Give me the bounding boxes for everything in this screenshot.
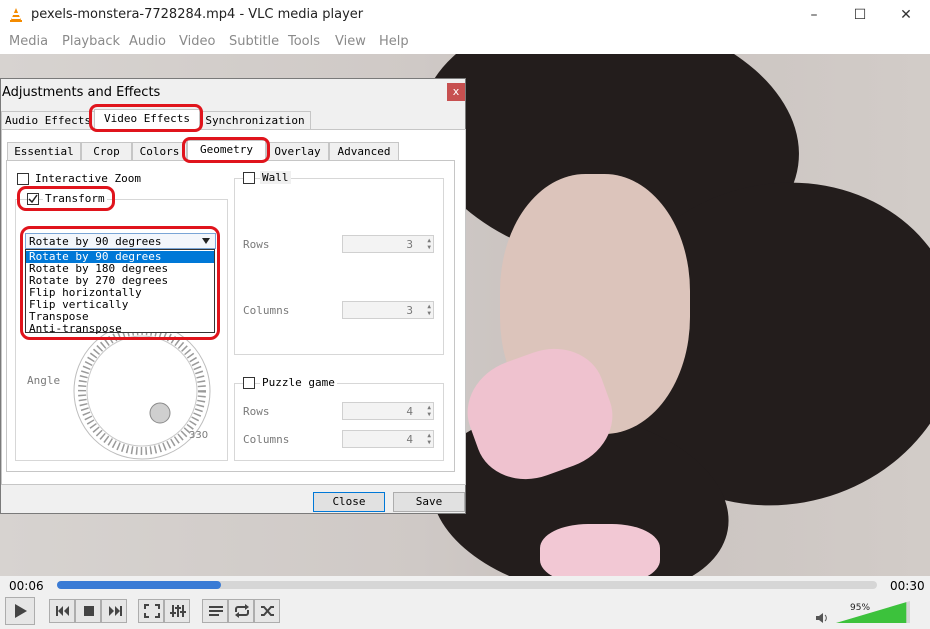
highlight-video-effects-tab: [89, 104, 203, 132]
puzzle-columns-spinbox[interactable]: 4 ▲ ▼: [342, 430, 434, 448]
vlc-cone-icon: [10, 8, 22, 22]
play-button[interactable]: [5, 597, 35, 625]
volume-percent: 95%: [850, 603, 871, 613]
wall-rows-value: 3: [406, 238, 413, 251]
menu-view[interactable]: View: [335, 34, 366, 49]
highlight-transform-checkbox: [17, 186, 115, 211]
tab-audio-effects[interactable]: Audio Effects: [1, 111, 95, 130]
close-window-button[interactable]: ✕: [883, 0, 929, 30]
window-title: pexels-monstera-7728284.mp4 - VLC media …: [31, 7, 364, 22]
angle-label: Angle: [27, 374, 61, 387]
fullscreen-button[interactable]: [138, 599, 164, 623]
next-button[interactable]: [101, 599, 127, 623]
skip-forward-icon: [109, 606, 122, 616]
menu-playback[interactable]: Playback: [62, 34, 120, 49]
angle-value: 330: [189, 430, 209, 441]
speaker-icon[interactable]: [815, 612, 829, 624]
subtab-overlay[interactable]: Overlay: [266, 142, 329, 161]
puzzle-columns-label: Columns: [243, 433, 290, 446]
seek-bar[interactable]: [57, 581, 877, 589]
skip-back-icon: [56, 606, 69, 616]
puzzle-label: Puzzle game: [260, 376, 337, 389]
shuffle-button[interactable]: [254, 599, 280, 623]
subtab-essential[interactable]: Essential: [7, 142, 81, 161]
wall-checkbox[interactable]: [243, 172, 255, 184]
playback-controls: 00:06 00:30: [0, 576, 930, 629]
volume-slider[interactable]: [836, 601, 910, 623]
playlist-icon: [209, 606, 223, 616]
interactive-zoom-label: Interactive Zoom: [35, 172, 141, 185]
total-time: 00:30: [890, 579, 925, 593]
puzzle-group: [234, 383, 444, 461]
wall-label: Wall: [260, 171, 291, 184]
maximize-button[interactable]: ☐: [837, 0, 883, 30]
menu-bar: Media Playback Audio Video Subtitle Tool…: [0, 30, 930, 54]
highlight-geometry-tab: [182, 137, 270, 163]
subtab-crop[interactable]: Crop: [81, 142, 132, 161]
spin-arrows-icon: ▲ ▼: [427, 303, 431, 317]
wall-rows-spinbox[interactable]: 3 ▲ ▼: [342, 235, 434, 253]
menu-video[interactable]: Video: [179, 34, 215, 49]
stop-icon: [84, 606, 94, 616]
shuffle-icon: [261, 606, 274, 616]
wall-columns-spinbox[interactable]: 3 ▲ ▼: [342, 301, 434, 319]
stop-button[interactable]: [75, 599, 101, 623]
dial-knob[interactable]: [149, 402, 171, 424]
spin-arrows-icon: ▲ ▼: [427, 432, 431, 446]
equalizer-icon: [170, 605, 186, 617]
highlight-transform-dropdown: [20, 226, 220, 340]
wall-rows-label: Rows: [243, 238, 270, 251]
spin-arrows-icon: ▲ ▼: [427, 404, 431, 418]
window-titlebar: pexels-monstera-7728284.mp4 - VLC media …: [0, 0, 930, 30]
menu-subtitle[interactable]: Subtitle: [229, 34, 279, 49]
loop-button[interactable]: [228, 599, 254, 623]
previous-button[interactable]: [49, 599, 75, 623]
playlist-button[interactable]: [202, 599, 228, 623]
wall-group: [234, 178, 444, 355]
menu-tools[interactable]: Tools: [288, 34, 320, 49]
elapsed-time: 00:06: [9, 579, 44, 593]
minimize-button[interactable]: –: [791, 0, 837, 30]
puzzle-rows-spinbox[interactable]: 4 ▲ ▼: [342, 402, 434, 420]
loop-icon: [235, 604, 249, 618]
fullscreen-icon: [144, 604, 160, 618]
close-button[interactable]: Close: [313, 492, 385, 512]
play-icon: [15, 604, 27, 618]
seek-bar-progress: [57, 581, 221, 589]
menu-audio[interactable]: Audio: [129, 34, 166, 49]
puzzle-rows-label: Rows: [243, 405, 270, 418]
dialog-title: Adjustments and Effects: [2, 85, 161, 100]
wall-columns-label: Columns: [243, 304, 290, 317]
puzzle-columns-value: 4: [406, 433, 413, 446]
subtab-colors[interactable]: Colors: [132, 142, 187, 161]
save-button[interactable]: Save: [393, 492, 465, 512]
menu-media[interactable]: Media: [9, 34, 48, 49]
video-content-glove: [540, 524, 660, 576]
dialog-close-icon[interactable]: x: [447, 83, 465, 101]
puzzle-rows-value: 4: [406, 405, 413, 418]
extended-settings-button[interactable]: [164, 599, 190, 623]
puzzle-checkbox[interactable]: [243, 377, 255, 389]
tab-synchronization[interactable]: Synchronization: [199, 111, 311, 130]
interactive-zoom-checkbox[interactable]: [17, 173, 29, 185]
wall-columns-value: 3: [406, 304, 413, 317]
subtab-advanced[interactable]: Advanced: [329, 142, 399, 161]
spin-arrows-icon: ▲ ▼: [427, 237, 431, 251]
menu-help[interactable]: Help: [379, 34, 409, 49]
